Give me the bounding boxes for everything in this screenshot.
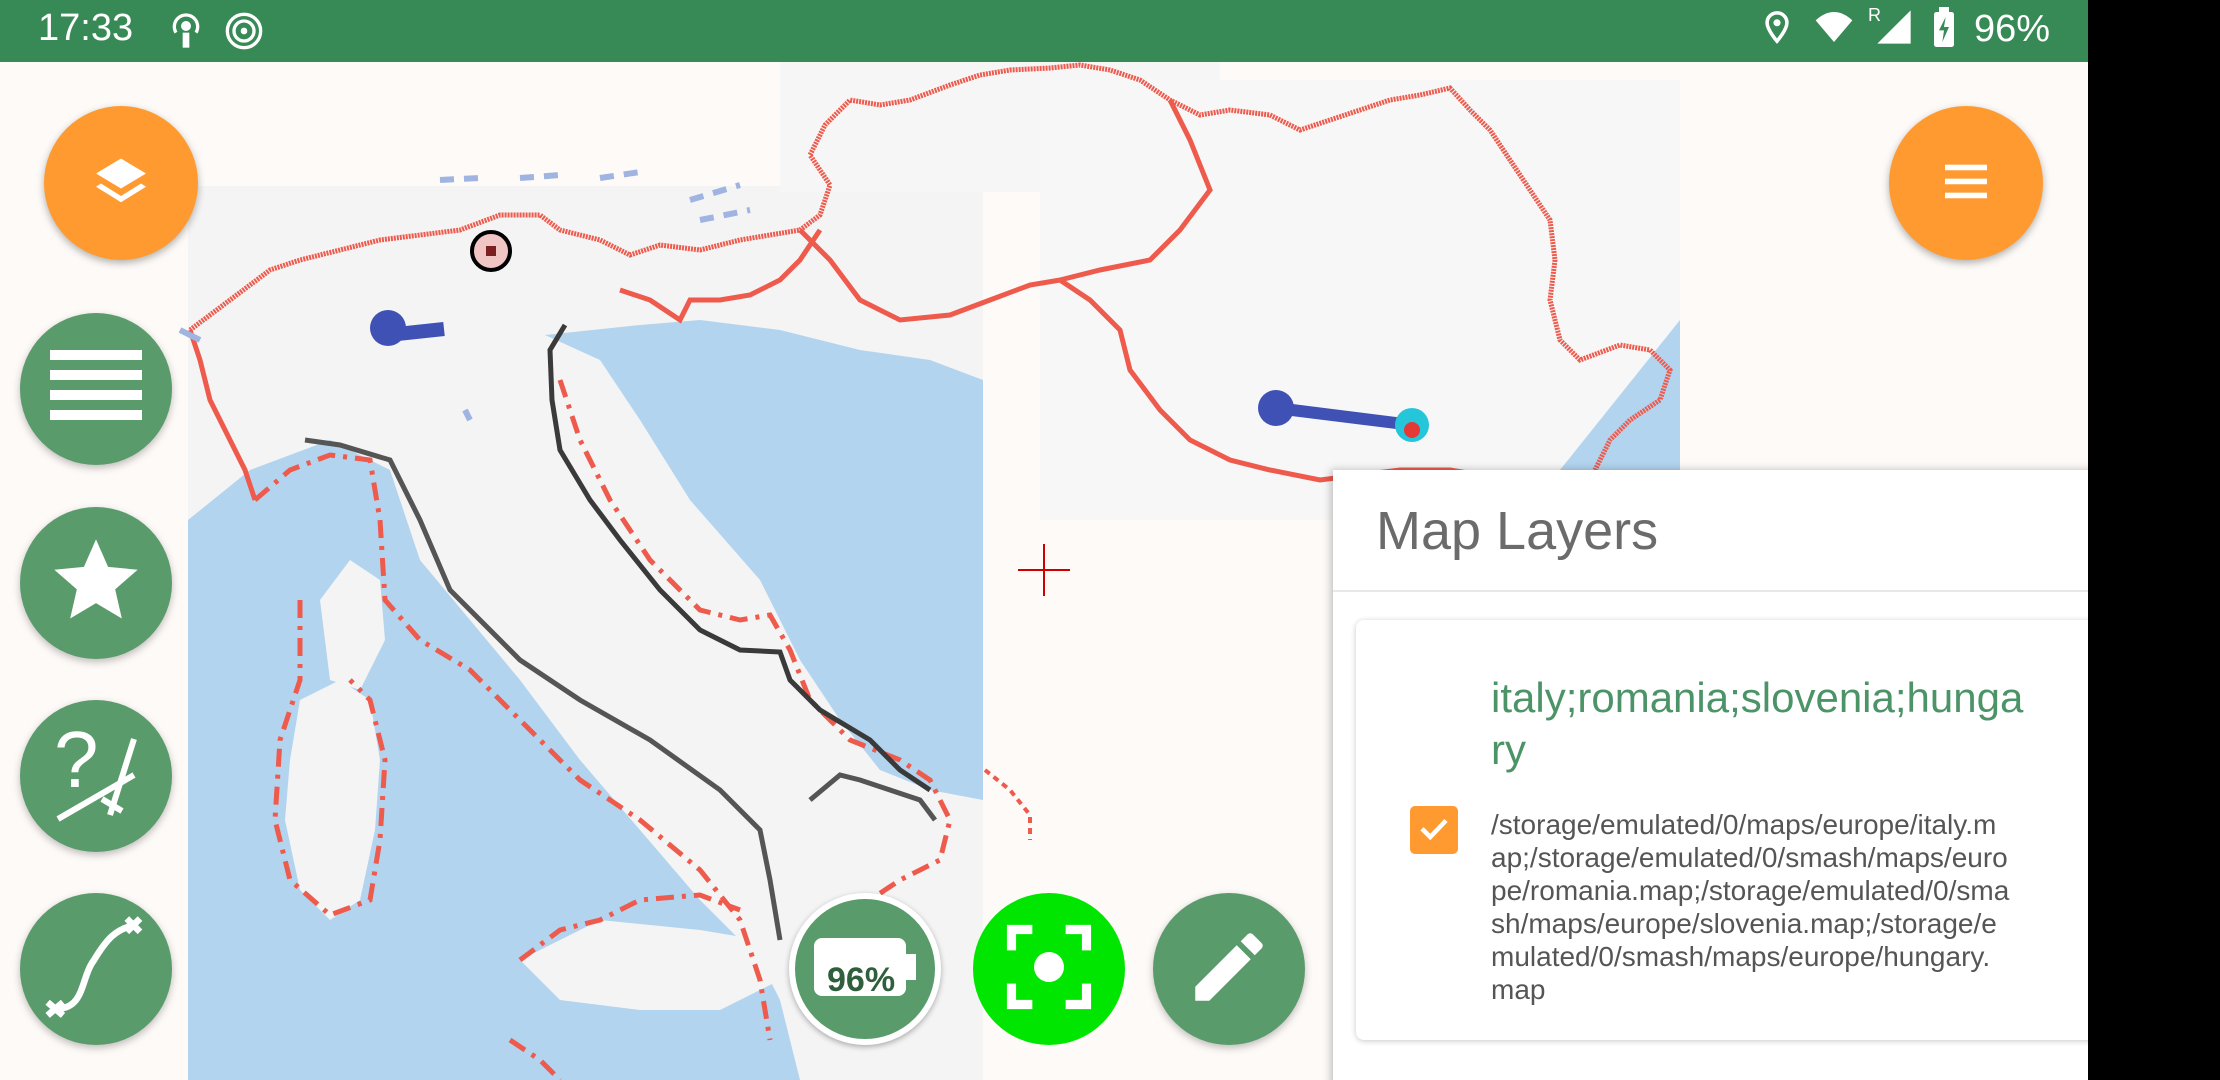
location-icon xyxy=(1760,7,1794,52)
list-icon xyxy=(46,342,146,437)
center-on-gps-icon xyxy=(999,917,1099,1022)
status-bar: 17:33 R 96% xyxy=(0,0,2088,62)
signal-icon: R xyxy=(1868,5,1914,52)
center-on-gps-button[interactable] xyxy=(973,893,1125,1045)
wifi-icon xyxy=(1812,7,1856,52)
battery-icon xyxy=(1932,7,1956,52)
edit-mode-button[interactable] xyxy=(1153,893,1305,1045)
notes-list-button[interactable] xyxy=(20,313,172,465)
spline-tool-button[interactable] xyxy=(20,893,172,1045)
edit-icon xyxy=(1184,922,1274,1017)
main-menu-button[interactable] xyxy=(1889,106,2043,260)
map-layers-header: Map Layers xyxy=(1333,470,2088,592)
battery-status-button[interactable]: 96% xyxy=(789,893,941,1045)
map-marker-icon[interactable] xyxy=(470,230,512,272)
map-layers-panel: Map Layers italy;romania;slovenia;hungar… xyxy=(1333,470,2088,1080)
query-measure-button[interactable]: ? xyxy=(20,700,172,852)
favorites-button[interactable] xyxy=(20,507,172,659)
nfc-icon xyxy=(224,11,264,56)
layer-file-path: /storage/emulated/0/maps/europe/italy.ma… xyxy=(1491,809,2010,1005)
svg-text:?: ? xyxy=(54,719,99,804)
layers-button[interactable] xyxy=(44,106,198,260)
map-layers-title: Map Layers xyxy=(1376,501,1659,561)
status-battery-percent: 96% xyxy=(1973,8,2050,50)
layer-name: italy;romania;slovenia;hungary xyxy=(1491,674,2024,773)
layers-icon xyxy=(91,151,151,216)
check-icon xyxy=(1416,810,1452,851)
battery-status-label: 96% xyxy=(827,961,896,999)
podcast-icon xyxy=(166,11,206,56)
status-time: 17:33 xyxy=(38,7,134,49)
star-icon xyxy=(46,531,146,636)
roaming-label: R xyxy=(1867,5,1881,25)
app-screen: 17:33 R 96% ? 96% Map Layers italy;roman… xyxy=(0,0,2088,1080)
layer-more-options-button[interactable] xyxy=(2086,806,2088,866)
spline-icon xyxy=(41,912,151,1027)
layer-card[interactable]: italy;romania;slovenia;hungary /storage/… xyxy=(1356,620,2088,1040)
help-measure-icon: ? xyxy=(46,715,146,834)
layer-visibility-checkbox[interactable] xyxy=(1410,806,1458,854)
menu-icon xyxy=(1938,153,1994,214)
